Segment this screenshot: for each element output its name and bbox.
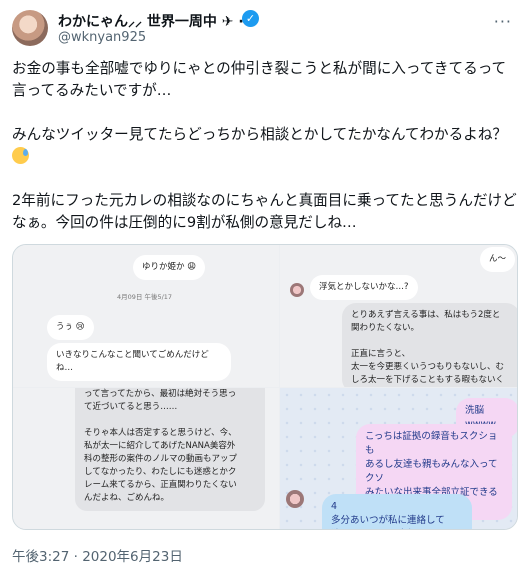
chat-bubble: とりあえず言える事は、私はもう2度と 関わりたくない。 正直に言うと、 太一を今… xyxy=(342,303,517,387)
tweet-timestamp[interactable]: 午後3:27 · 2020年6月23日 xyxy=(12,545,183,565)
chat-date: 4月09日 午後5/17 xyxy=(117,293,173,301)
tweet-paragraph-1: お金の事も全部嘘でゆりにゃとの仲引き裂こうと私が間に入ってきてるって言ってるみた… xyxy=(12,60,507,99)
avatar xyxy=(286,490,304,508)
image-panel-1[interactable]: ゆりか姫か 😩 4月09日 午後5/17 うぅ 😢 いきなりこんなこと聞いてごめ… xyxy=(13,245,279,387)
tweet-paragraph-2-text: みんなツイッター見てたらどっちから相談とかしてたかなんてわかるよね？ xyxy=(12,126,508,143)
tweet-text: お金の事も全部嘘でゆりにゃとの仲引き裂こうと私が間に入ってきてるって言ってるみた… xyxy=(12,58,517,256)
media-grid: ゆりか姫か 😩 4月09日 午後5/17 うぅ 😢 いきなりこんなこと聞いてごめ… xyxy=(12,244,518,530)
tweet-paragraph-3: 2年前にフった元カレの相談なのにちゃんと真面目に乗ってたと思うんだけどなぁ。今回… xyxy=(12,192,517,231)
sweat-smile-emoji-icon xyxy=(12,147,29,164)
chat-bubble: 4 多分あいつが私に連絡して 欲しくないのは全部バレ… xyxy=(322,494,472,529)
image-panel-2[interactable]: ん〜 浮気とかしないかな…? とりあえず言える事は、私はもう2度と 関わりたくな… xyxy=(280,245,517,387)
image-panel-3[interactable]: って言ってたから、最初は絶対そう思っ て近づいてると思う…… そりゃ本人は否定す… xyxy=(13,388,279,529)
chat-bubble: ゆりか姫か 😩 xyxy=(133,255,206,280)
verified-badge-icon: ✓ xyxy=(242,10,259,27)
more-options-icon[interactable]: ··· xyxy=(494,12,512,31)
chat-bubble: 浮気とかしないかな…? xyxy=(310,275,418,300)
chat-bubble: いきなりこんなこと聞いてごめんだけど ね… xyxy=(47,343,231,381)
avatar xyxy=(290,283,304,297)
display-name[interactable]: わかにゃん⸝⸝ 世界一周中 ✈︎ ·* xyxy=(58,11,251,31)
user-handle[interactable]: @wknyan925 xyxy=(58,30,146,45)
avatar[interactable] xyxy=(12,10,48,46)
tweet-paragraph-2: みんなツイッター見てたらどっちから相談とかしてたかなんてわかるよね？ xyxy=(12,124,517,168)
tweet-header: わかにゃん⸝⸝ 世界一周中 ✈︎ ·* ✓ @wknyan925 ··· xyxy=(12,8,512,48)
chat-bubble: うぅ 😢 xyxy=(47,315,94,340)
chat-bubble: って言ってたから、最初は絶対そう思っ て近づいてると思う…… そりゃ本人は否定す… xyxy=(75,388,265,511)
chat-bubble: ん〜 xyxy=(480,247,516,272)
image-panel-4[interactable]: 洗脳wwww こっちは証拠の録音もスクショも あるし友達も親もみんな入ってクソ … xyxy=(280,388,517,529)
